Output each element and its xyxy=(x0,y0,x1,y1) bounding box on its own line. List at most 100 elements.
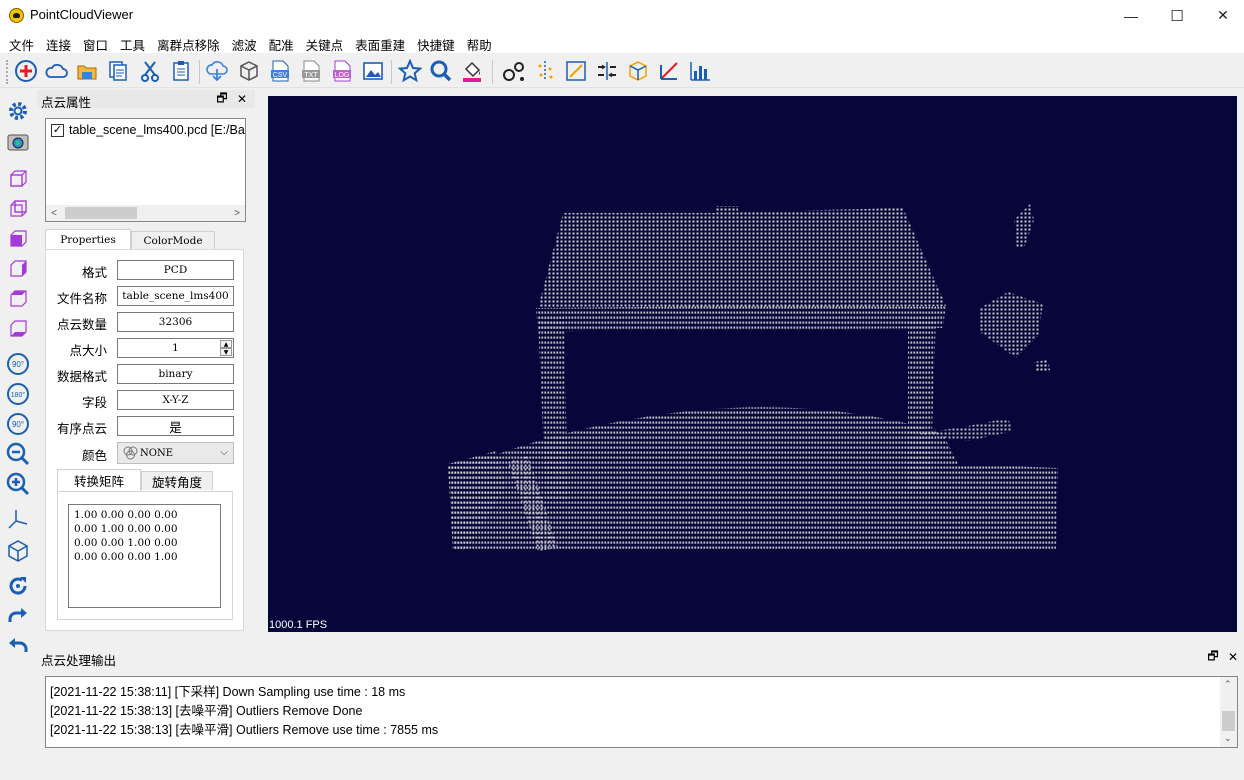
view-top-icon[interactable] xyxy=(5,286,31,312)
file-list-item[interactable]: table_scene_lms400.pcd [E:/Ba xyxy=(69,123,245,137)
menu-shortcuts[interactable]: 快捷键 xyxy=(411,31,461,53)
open-folder-icon[interactable] xyxy=(74,58,100,84)
point-cloud-viewport[interactable]: 1000.1 FPS xyxy=(268,96,1237,632)
csv-icon[interactable]: CSV xyxy=(267,58,293,84)
color-label: 颜色 xyxy=(81,449,107,463)
log-icon[interactable]: LOG xyxy=(329,58,355,84)
data-format-label: 数据格式 xyxy=(56,370,107,384)
dock-close-button[interactable]: ✕ xyxy=(234,90,250,108)
fields-label: 字段 xyxy=(81,396,107,410)
cut-icon[interactable] xyxy=(137,58,163,84)
rotate-90-icon[interactable]: 90° xyxy=(5,351,31,377)
download-icon[interactable] xyxy=(204,58,230,84)
file-list-hscrollbar[interactable]: < > xyxy=(46,205,245,221)
scroll-thumb[interactable] xyxy=(65,207,137,219)
dock-float-button[interactable]: 🗗 xyxy=(214,90,230,108)
cloud-icon[interactable] xyxy=(43,58,69,84)
tab-properties[interactable]: Properties xyxy=(45,229,131,250)
histogram-icon[interactable] xyxy=(687,58,713,84)
tab-rotation-angle[interactable]: 旋转角度 xyxy=(141,471,213,490)
rotate-180-icon[interactable]: 180° xyxy=(5,381,31,407)
view-bottom-icon[interactable] xyxy=(5,316,31,342)
spin-down-icon[interactable]: ▼ xyxy=(220,348,232,356)
file-visibility-checkbox[interactable]: ✓ xyxy=(51,124,64,137)
color-select[interactable]: NONE ⌵ xyxy=(117,442,234,464)
add-icon[interactable] xyxy=(13,58,39,84)
connect-points-icon[interactable] xyxy=(501,58,527,84)
log-icon-label: LOG xyxy=(335,72,350,79)
output-dock-float-button[interactable]: 🗗 xyxy=(1205,648,1221,666)
search-icon[interactable] xyxy=(428,58,454,84)
scroll-up-icon[interactable]: ⌃ xyxy=(1224,679,1232,690)
scroll-thumb[interactable] xyxy=(1222,711,1235,731)
maximize-button[interactable]: ☐ xyxy=(1154,0,1200,31)
output-dock-header: 点云处理输出 🗗 ✕ xyxy=(37,648,1244,669)
menu-keypoints[interactable]: 关键点 xyxy=(300,31,350,53)
spin-up-icon[interactable]: ▲ xyxy=(220,340,232,348)
data-format-field[interactable]: binary xyxy=(117,364,234,384)
title-bar: PointCloudViewer — ☐ ✕ xyxy=(0,0,1244,31)
menu-tools[interactable]: 工具 xyxy=(114,31,151,53)
view-front-icon[interactable] xyxy=(5,166,31,192)
output-vscrollbar[interactable]: ⌃ ⌄ xyxy=(1220,677,1237,747)
point-count-field[interactable]: 32306 xyxy=(117,312,234,332)
axes-icon[interactable] xyxy=(5,506,31,532)
tab-transform-matrix[interactable]: 转换矩阵 xyxy=(57,469,141,491)
iso-view-icon[interactable] xyxy=(5,538,31,564)
file-name-field[interactable]: table_scene_lms400 xyxy=(117,286,234,306)
menu-registration[interactable]: 配准 xyxy=(263,31,300,53)
axis-icon[interactable] xyxy=(656,58,682,84)
scroll-right-arrow[interactable]: > xyxy=(229,205,245,221)
scroll-left-arrow[interactable]: < xyxy=(46,205,62,221)
undo-icon[interactable] xyxy=(5,633,31,659)
menu-surface-reconstruction[interactable]: 表面重建 xyxy=(349,31,411,53)
window-title: PointCloudViewer xyxy=(30,7,134,22)
box-icon[interactable] xyxy=(236,58,262,84)
close-button[interactable]: ✕ xyxy=(1200,0,1244,31)
fill-color-icon[interactable] xyxy=(459,58,485,84)
output-dock-close-button[interactable]: ✕ xyxy=(1225,648,1241,666)
view-right-icon[interactable] xyxy=(5,256,31,282)
cube-icon[interactable] xyxy=(625,58,651,84)
view-back-icon[interactable] xyxy=(5,196,31,222)
point-count-label: 点云数量 xyxy=(56,318,107,332)
organized-field[interactable]: 是 xyxy=(117,416,234,436)
redo-icon[interactable] xyxy=(5,603,31,629)
rotate-neg-90-icon[interactable]: 90° xyxy=(5,411,31,437)
image-icon[interactable] xyxy=(360,58,386,84)
menu-window[interactable]: 窗口 xyxy=(77,31,114,53)
zoom-in-icon[interactable] xyxy=(5,471,31,497)
camera-icon[interactable] xyxy=(5,128,31,154)
point-size-label: 点大小 xyxy=(69,344,107,358)
paste-icon[interactable] xyxy=(168,58,194,84)
format-label: 格式 xyxy=(81,266,107,280)
menu-connect[interactable]: 连接 xyxy=(40,31,77,53)
fields-field[interactable]: X-Y-Z xyxy=(117,390,234,410)
txt-icon-label: TXT xyxy=(304,72,318,79)
transform-matrix-text[interactable]: 1.00 0.00 0.00 0.00 0.00 1.00 0.00 0.00 … xyxy=(68,504,221,608)
settings-gear-icon[interactable] xyxy=(5,98,31,124)
txt-icon[interactable]: TXT xyxy=(298,58,324,84)
zoom-out-icon[interactable] xyxy=(5,441,31,467)
menu-file[interactable]: 文件 xyxy=(3,31,40,53)
star-icon[interactable] xyxy=(397,58,423,84)
minimize-button[interactable]: — xyxy=(1108,0,1154,31)
copy-icon[interactable] xyxy=(105,58,131,84)
output-log[interactable]: [2021-11-22 15:38:11] [下采样] Down Samplin… xyxy=(45,676,1238,748)
measure-icon[interactable] xyxy=(563,58,589,84)
align-icon[interactable] xyxy=(594,58,620,84)
file-name-label: 文件名称 xyxy=(56,292,107,306)
view-toolbar: 90° 180° 90° xyxy=(0,88,34,680)
menu-help[interactable]: 帮助 xyxy=(461,31,498,53)
refresh-icon[interactable] xyxy=(5,573,31,599)
view-left-icon[interactable] xyxy=(5,226,31,252)
menu-filter[interactable]: 滤波 xyxy=(226,31,263,53)
menu-outlier-removal[interactable]: 离群点移除 xyxy=(151,31,226,53)
output-dock-title: 点云处理输出 xyxy=(41,654,117,668)
menu-bar: 文件 连接 窗口 工具 离群点移除 滤波 配准 关键点 表面重建 快捷键 帮助 xyxy=(0,31,1244,53)
format-field[interactable]: PCD xyxy=(117,260,234,280)
keypoints-icon[interactable] xyxy=(532,58,558,84)
scroll-down-icon[interactable]: ⌄ xyxy=(1224,733,1232,744)
point-size-spinbox[interactable]: 1 ▲ ▼ xyxy=(117,338,234,358)
tab-colormode[interactable]: ColorMode xyxy=(131,231,215,249)
